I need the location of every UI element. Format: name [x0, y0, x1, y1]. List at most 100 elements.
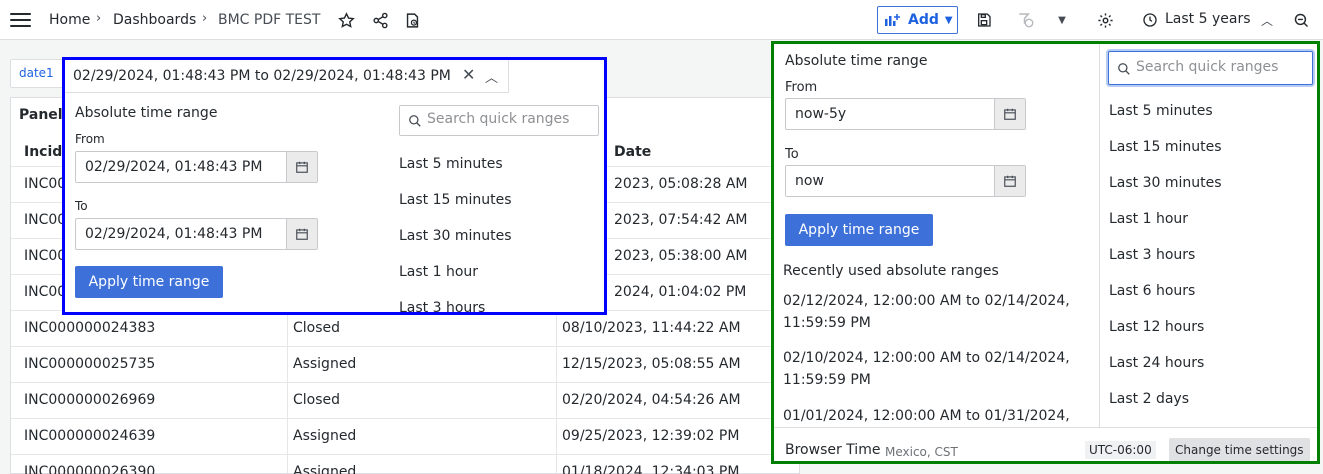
- clock-icon: [1140, 10, 1160, 30]
- star-icon[interactable]: [336, 10, 356, 30]
- close-icon[interactable]: ✕: [462, 65, 475, 84]
- quick-range-item[interactable]: Last 5 minutes: [399, 156, 503, 172]
- table-cell: Assigned: [293, 464, 357, 474]
- time-shift-icon: [1016, 10, 1036, 30]
- recent-range-item[interactable]: 02/12/2024, 12:00:00 AM to 02/14/2024, 1…: [783, 290, 1073, 334]
- table-cell: INC000000024383: [24, 320, 156, 336]
- time-settings-footer: Browser Time Mexico, CST UTC-06:00 Chang…: [774, 427, 1317, 461]
- table-cell: 2023, 05:38:00 AM: [614, 248, 748, 264]
- calendar-icon[interactable]: [286, 152, 317, 182]
- breadcrumb-dashboards[interactable]: Dashboards: [113, 12, 196, 28]
- page-title: BMC PDF TEST: [218, 12, 321, 28]
- quick-range-item[interactable]: Last 3 hours: [399, 300, 485, 312]
- to-field-value: now: [795, 173, 824, 189]
- quick-range-item[interactable]: Last 15 minutes: [399, 192, 512, 208]
- calendar-icon[interactable]: [286, 219, 317, 249]
- add-panel-icon: [885, 14, 900, 26]
- apply-time-range-button[interactable]: Apply time range: [75, 266, 223, 298]
- absolute-range-title: Absolute time range: [75, 105, 218, 121]
- row-divider: [11, 382, 801, 383]
- search-quick-ranges[interactable]: [399, 105, 599, 136]
- table-cell: 09/25/2023, 12:39:02 PM: [562, 428, 740, 444]
- from-label: From: [75, 132, 105, 146]
- top-navbar: Home › Dashboards › BMC PDF TEST Add ▼ ▼…: [0, 0, 1323, 40]
- table-cell: INC000000025735: [24, 356, 156, 372]
- quick-range-item[interactable]: Last 30 minutes: [1109, 175, 1222, 191]
- recent-ranges-title: Recently used absolute ranges: [783, 263, 999, 279]
- time-picker-popup-right: Absolute time range From now-5y To now A…: [771, 41, 1320, 464]
- quick-range-item[interactable]: Last 12 hours: [1109, 319, 1204, 335]
- to-field[interactable]: 02/29/2024, 01:48:43 PM: [75, 218, 318, 250]
- table-cell: 08/10/2023, 11:44:22 AM: [562, 320, 741, 336]
- table-cell: INC00: [24, 284, 67, 300]
- recent-range-item[interactable]: 01/01/2024, 12:00:00 AM to 01/31/2024,: [783, 405, 1073, 427]
- chevron-down-icon: ▼: [944, 14, 953, 26]
- to-field[interactable]: now: [785, 165, 1026, 197]
- table-cell: 2023, 05:08:28 AM: [614, 176, 748, 192]
- recent-range-item[interactable]: 02/10/2024, 12:00:00 AM to 02/14/2024, 1…: [783, 347, 1073, 391]
- search-quick-ranges-input[interactable]: [427, 111, 587, 127]
- browser-time-label: Browser Time: [785, 442, 881, 458]
- quick-range-item[interactable]: Last 5 minutes: [1109, 103, 1213, 119]
- table-cell: 2024, 01:04:02 PM: [614, 284, 747, 300]
- row-divider: [11, 346, 801, 347]
- save-icon[interactable]: [974, 10, 994, 30]
- table-cell: INC000000026390: [24, 464, 156, 474]
- table-cell: INC000000024639: [24, 428, 156, 444]
- menu-icon[interactable]: [10, 13, 31, 27]
- table-cell: 01/18/2024, 12:34:03 PM: [562, 464, 740, 474]
- report-icon[interactable]: [402, 10, 422, 30]
- quick-range-item[interactable]: Last 1 hour: [1109, 211, 1188, 227]
- quick-range-item[interactable]: Last 1 hour: [399, 264, 478, 280]
- add-button[interactable]: Add ▼: [877, 6, 958, 34]
- column-divider: [1099, 44, 1100, 427]
- chevron-down-icon[interactable]: ▼: [1052, 10, 1072, 30]
- table-cell: Closed: [293, 320, 341, 336]
- search-quick-ranges-input[interactable]: [1136, 59, 1296, 75]
- quick-range-item[interactable]: Last 3 hours: [1109, 247, 1195, 263]
- add-button-label: Add: [908, 12, 939, 28]
- apply-button-label: Apply time range: [88, 274, 210, 290]
- chevron-up-icon[interactable]: ︿: [485, 67, 498, 86]
- gear-icon[interactable]: [1095, 10, 1115, 30]
- table-cell: Assigned: [293, 428, 357, 444]
- zoom-out-icon[interactable]: [1291, 10, 1311, 30]
- time-range-label[interactable]: Last 5 years: [1165, 11, 1251, 27]
- apply-button-label: Apply time range: [798, 222, 920, 238]
- quick-range-item[interactable]: Last 2 days: [1109, 391, 1189, 407]
- table-cell: 02/20/2024, 04:54:26 AM: [562, 392, 741, 408]
- share-icon[interactable]: [370, 10, 390, 30]
- search-icon: [408, 114, 422, 132]
- search-icon: [1117, 62, 1131, 80]
- from-field[interactable]: 02/29/2024, 01:48:43 PM: [75, 151, 318, 183]
- column-header-date[interactable]: Date: [614, 144, 651, 160]
- time-range-input[interactable]: 02/29/2024, 01:48:43 PM to 02/29/2024, 0…: [65, 60, 509, 93]
- search-quick-ranges[interactable]: [1108, 51, 1313, 85]
- table-cell: Closed: [293, 392, 341, 408]
- quick-range-item[interactable]: Last 15 minutes: [1109, 139, 1222, 155]
- quick-range-item[interactable]: Last 30 minutes: [399, 228, 512, 244]
- from-label: From: [785, 80, 818, 95]
- table-cell: INC00: [24, 248, 67, 264]
- timezone-label: Mexico, CST: [885, 445, 958, 459]
- chevron-right-icon: ›: [202, 11, 208, 26]
- quick-range-item[interactable]: Last 6 hours: [1109, 283, 1195, 299]
- time-range-input-value: 02/29/2024, 01:48:43 PM to 02/29/2024, 0…: [73, 68, 451, 84]
- calendar-icon[interactable]: [994, 99, 1025, 129]
- table-cell: Assigned: [293, 356, 357, 372]
- quick-range-item[interactable]: Last 24 hours: [1109, 355, 1204, 371]
- absolute-range-title: Absolute time range: [785, 53, 928, 69]
- table-cell: 12/15/2023, 05:08:55 AM: [562, 356, 741, 372]
- from-field[interactable]: now-5y: [785, 98, 1026, 130]
- row-divider: [11, 454, 801, 455]
- to-label: To: [75, 199, 88, 213]
- calendar-icon[interactable]: [994, 166, 1025, 196]
- time-picker-popup-left: 02/29/2024, 01:48:43 PM to 02/29/2024, 0…: [62, 57, 607, 315]
- table-cell: INC00: [24, 212, 67, 228]
- apply-time-range-button[interactable]: Apply time range: [785, 214, 933, 246]
- chevron-up-icon[interactable]: ︿: [1257, 10, 1277, 30]
- change-time-settings-button[interactable]: Change time settings: [1169, 438, 1310, 461]
- breadcrumb-home[interactable]: Home: [49, 12, 90, 28]
- utc-offset-badge: UTC-06:00: [1085, 441, 1156, 459]
- chevron-right-icon: ›: [96, 11, 102, 26]
